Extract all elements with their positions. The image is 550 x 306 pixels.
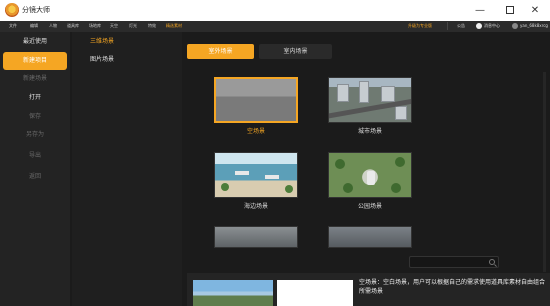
seaside-icon (215, 153, 297, 197)
rain-scene-icon (329, 227, 411, 247)
sidebar-item-new-project[interactable]: 新建项目 (3, 52, 67, 70)
maximize-button[interactable] (497, 1, 523, 20)
scene-thumbnail (214, 152, 298, 198)
scene-thumbnail (328, 77, 412, 123)
scene-description: 空场景：空白场景，用户可以根据自己的需求使用道具库素材自由组合所需场景 (359, 279, 546, 295)
menu-sky[interactable]: 天空 (110, 23, 118, 29)
sidebar-item-export[interactable]: 导出 (0, 147, 70, 165)
scrollbar[interactable] (543, 72, 546, 272)
tree-shape (343, 183, 353, 193)
username-label: yan_68k8xrcg (520, 23, 548, 28)
rain-scene-icon (215, 227, 297, 247)
message-center-label: 消息中心 (484, 23, 500, 28)
message-icon (476, 23, 482, 29)
boat-shape (265, 175, 279, 179)
sidebar: 最近使用 新建项目 新建场景 打开 保存 另存为 导出 返回 (0, 32, 70, 306)
building-shape (359, 81, 369, 103)
building-shape (395, 106, 407, 120)
menu-file[interactable]: 文件 (9, 23, 17, 29)
scene-thumbnail (328, 152, 412, 198)
scene-search (409, 256, 499, 268)
scene-label: 公园场景 (357, 203, 382, 210)
sidebar-item-open[interactable]: 打开 (0, 89, 70, 107)
fountain-shape (367, 171, 375, 185)
category-image-scene[interactable]: 图片场景 (72, 51, 132, 69)
scene-browser: 室外场景 室内场景 空场景 城市场景 海边场景 公园场景 空场景：空白场景，用户… (183, 32, 550, 306)
scene-thumbnail (214, 226, 298, 248)
preview-image-blank (277, 280, 353, 306)
menu-bar: 文件 编辑 人物 道具库 场地库 天空 灯光 特效 精选素材 升级为专业版 公告… (0, 21, 550, 32)
building-shape (337, 84, 349, 102)
avatar (512, 23, 518, 29)
message-center-button[interactable]: 消息中心 (476, 22, 511, 30)
scene-category-panel: 三维场景 图片场景 (72, 32, 182, 306)
sidebar-item-back[interactable]: 返回 (0, 168, 70, 186)
sidebar-item-recent[interactable]: 最近使用 (0, 33, 70, 51)
scene-thumbnail (328, 226, 412, 248)
upgrade-pro-link[interactable]: 升级为专业版 (395, 22, 445, 30)
tab-indoor[interactable]: 室内场景 (259, 44, 332, 59)
title-bar: 分镜大师 — ✕ (0, 0, 550, 21)
menu-character[interactable]: 人物 (49, 23, 57, 29)
close-button[interactable]: ✕ (522, 1, 548, 20)
tree-shape (221, 183, 229, 191)
tree-shape (285, 185, 293, 193)
preview-image-sky (193, 280, 273, 306)
tree-shape (395, 157, 405, 167)
minimize-button[interactable]: — (467, 1, 493, 20)
sidebar-item-save[interactable]: 保存 (0, 108, 70, 126)
menu-effects[interactable]: 特效 (148, 23, 156, 29)
boat-shape (235, 171, 249, 175)
search-icon[interactable] (489, 259, 495, 265)
city-aerial-icon (329, 78, 411, 122)
empty-ground-icon (216, 79, 296, 121)
category-3d-scene[interactable]: 三维场景 (72, 33, 132, 51)
sidebar-item-save-as[interactable]: 另存为 (0, 126, 70, 144)
menu-featured[interactable]: 精选素材 (166, 23, 182, 29)
app-logo-icon (5, 3, 19, 17)
notice-button[interactable]: 公告 (447, 22, 474, 30)
app-title: 分镜大师 (22, 6, 50, 14)
menu-props[interactable]: 道具库 (67, 23, 79, 29)
scene-thumbnail (214, 77, 298, 123)
menu-venue[interactable]: 场地库 (89, 23, 101, 29)
user-account-button[interactable]: yan_68k8xrcg (512, 22, 550, 30)
tree-shape (335, 159, 345, 169)
scene-preview-panel: 空场景：空白场景，用户可以根据自己的需求使用道具库素材自由组合所需场景 (187, 273, 550, 306)
menu-edit[interactable]: 编辑 (30, 23, 38, 29)
tab-outdoor[interactable]: 室外场景 (187, 44, 254, 59)
scene-label: 海边场景 (243, 203, 268, 210)
tree-shape (391, 183, 401, 193)
park-fountain-icon (329, 153, 411, 197)
menu-lighting[interactable]: 灯光 (129, 23, 137, 29)
scene-label: 空场景 (246, 128, 265, 135)
maximize-icon (506, 6, 514, 14)
sidebar-item-new-scene[interactable]: 新建场景 (0, 70, 70, 88)
search-input[interactable] (413, 258, 483, 267)
building-shape (381, 86, 395, 102)
scene-label: 城市场景 (357, 128, 382, 135)
